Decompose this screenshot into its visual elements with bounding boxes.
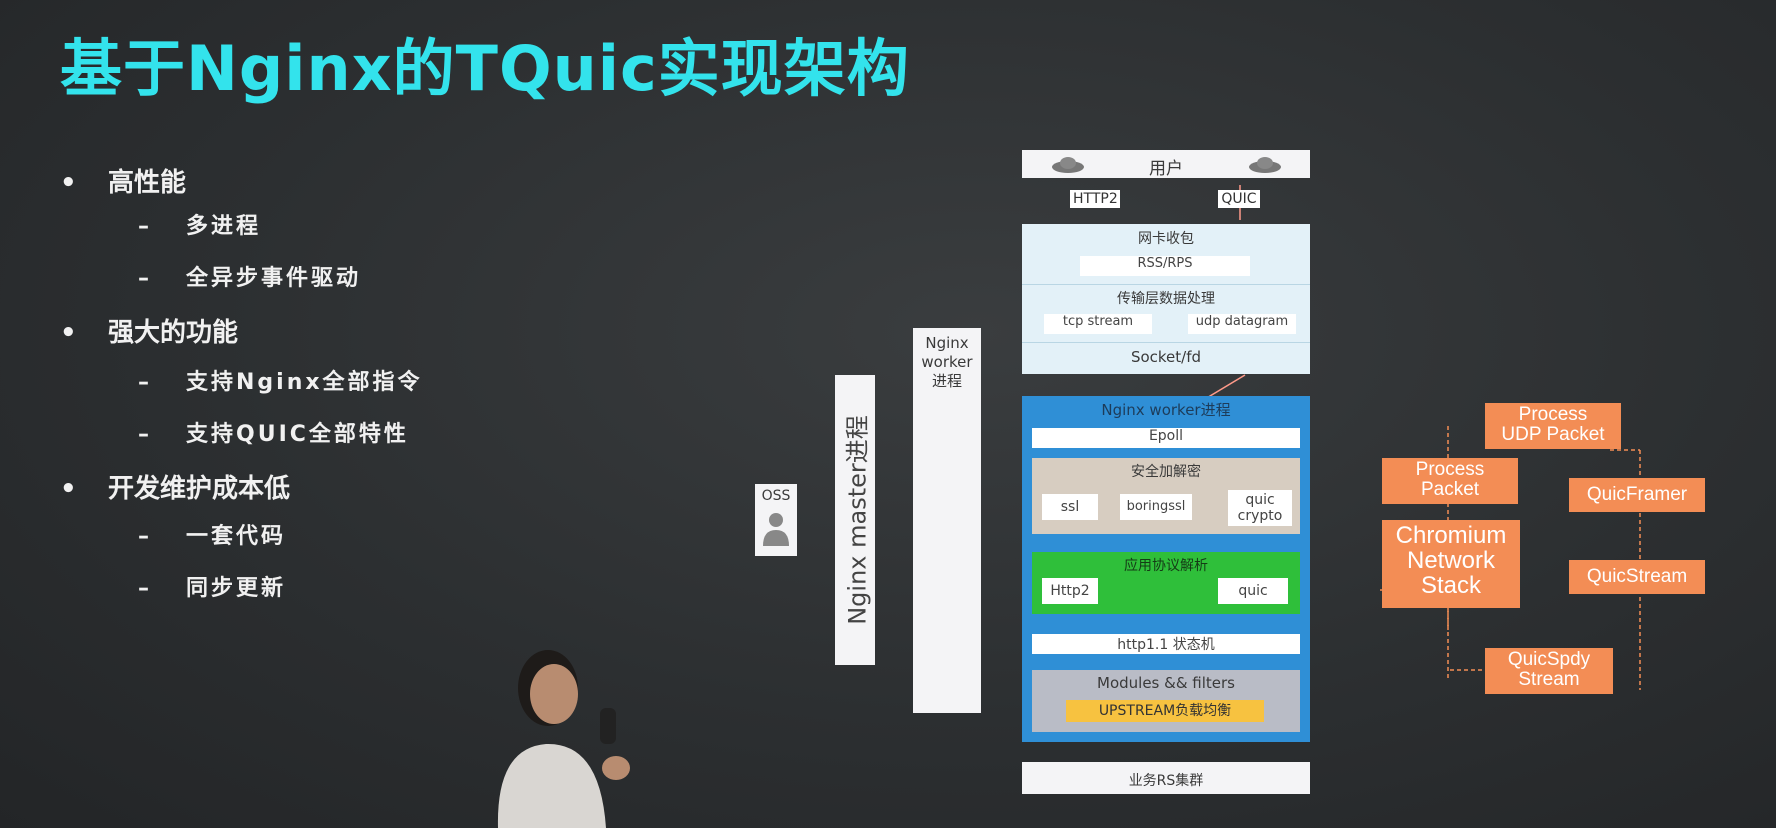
user-bar: 用户 bbox=[1022, 150, 1310, 179]
quic-framer-box: QuicFramer bbox=[1569, 478, 1705, 512]
rss-rps-box: RSS/RPS bbox=[1080, 256, 1250, 276]
boringssl-box: boringssl bbox=[1120, 494, 1192, 520]
oss-label: OSS bbox=[761, 488, 791, 504]
nginx-master-label: Nginx master进程 bbox=[843, 415, 872, 625]
worker-side-label: Nginx worker 进程 bbox=[921, 334, 973, 390]
worker-title: Nginx worker进程 bbox=[1101, 401, 1231, 419]
presenter-figure bbox=[497, 650, 630, 828]
socket-label: Socket/fd bbox=[1130, 348, 1202, 366]
nginx-worker-side-box: Nginx worker 进程 bbox=[913, 328, 981, 713]
quic-box: quic bbox=[1218, 578, 1288, 604]
modules-label: Modules && filters bbox=[1097, 674, 1235, 692]
oss-box: OSS bbox=[755, 484, 797, 556]
quic-stream-box: QuicStream bbox=[1569, 560, 1705, 594]
user-icon bbox=[763, 513, 789, 546]
app-title: 应用协议解析 bbox=[1124, 558, 1208, 574]
upstream-box: UPSTREAM负载均衡 bbox=[1066, 700, 1264, 722]
network-layer-panel: 网卡收包 RSS/RPS 传输层数据处理 tcp stream udp data… bbox=[1022, 224, 1310, 374]
modules-panel: Modules && filters UPSTREAM负载均衡 bbox=[1032, 670, 1300, 732]
quic-tag: QUIC bbox=[1218, 190, 1260, 208]
tcp-stream-box: tcp stream bbox=[1044, 314, 1152, 334]
chromium-network-stack-box: Chromium Network Stack bbox=[1382, 520, 1520, 608]
epoll-bar: Epoll bbox=[1032, 428, 1300, 448]
transport-title: 传输层数据处理 bbox=[1117, 291, 1215, 307]
backend-label: 业务RS集群 bbox=[1128, 773, 1204, 789]
http2-tag: HTTP2 bbox=[1070, 190, 1120, 208]
nic-title: 网卡收包 bbox=[1138, 231, 1194, 247]
udp-datagram-box: udp datagram bbox=[1188, 314, 1296, 334]
nginx-master-box: Nginx master进程 bbox=[835, 375, 875, 665]
http11-state-machine-bar: http1.1 状态机 bbox=[1032, 634, 1300, 654]
process-packet-box: Process Packet bbox=[1382, 458, 1518, 504]
quic-crypto-box: quic crypto bbox=[1228, 490, 1292, 526]
http2-box: Http2 bbox=[1042, 578, 1098, 604]
quic-spdy-stream-box: QuicSpdy Stream bbox=[1485, 648, 1613, 694]
app-protocol-panel: 应用协议解析 Http2 quic bbox=[1032, 552, 1300, 614]
crypto-panel: 安全加解密 ssl boringssl quic crypto bbox=[1032, 458, 1300, 534]
backend-bar: 业务RS集群 bbox=[1022, 762, 1310, 794]
cloud-icon bbox=[1249, 157, 1281, 173]
ssl-box: ssl bbox=[1042, 494, 1098, 520]
process-udp-packet-box: Process UDP Packet bbox=[1485, 403, 1621, 449]
crypto-title: 安全加解密 bbox=[1131, 464, 1201, 480]
nginx-worker-panel: Nginx worker进程 Epoll 安全加解密 ssl boringssl… bbox=[1022, 396, 1310, 742]
